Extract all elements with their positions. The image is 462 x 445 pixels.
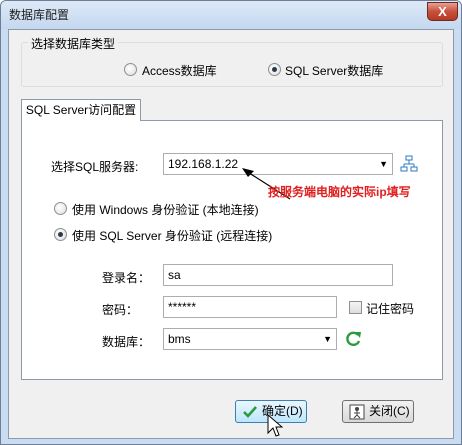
login-label: 登录名： [102, 271, 151, 285]
windows-auth-radio[interactable] [54, 202, 67, 215]
exit-icon [349, 404, 365, 420]
checkmark-icon [242, 404, 258, 420]
password-input[interactable]: ****** [163, 296, 337, 318]
db-type-group: 选择数据库类型 Access数据库 SQL Server数据库 [21, 35, 443, 87]
login-input[interactable]: sa [163, 264, 393, 286]
chevron-down-icon[interactable]: ▼ [323, 329, 332, 349]
network-browse-icon[interactable] [400, 155, 418, 173]
config-window: 数据库配置 X 选择数据库类型 Access数据库 SQL Server数据库 … [0, 0, 462, 445]
refresh-icon[interactable] [343, 329, 363, 349]
database-label: 数据库： [102, 335, 151, 349]
password-label: 密码： [102, 303, 139, 317]
db-type-group-title: 选择数据库类型 [28, 35, 119, 52]
windows-auth-label[interactable]: 使用 Windows 身份验证 (本地连接) [72, 201, 259, 218]
sql-auth-label[interactable]: 使用 SQL Server 身份验证 (远程连接) [72, 227, 272, 244]
remember-password-checkbox[interactable] [349, 301, 362, 314]
ip-annotation: 按服务端电脑的实际ip填写 [268, 185, 411, 199]
title-bar: 数据库配置 X [1, 1, 461, 29]
access-radio[interactable] [124, 63, 137, 76]
mouse-cursor-icon [267, 414, 283, 437]
server-label: 选择SQL服务器: [51, 160, 139, 174]
close-button-label: 关闭(C) [369, 404, 410, 418]
dialog-body: 选择数据库类型 Access数据库 SQL Server数据库 SQL Serv… [8, 29, 454, 439]
tab-sqlserver-config[interactable]: SQL Server访问配置 [21, 99, 141, 121]
password-value: ****** [168, 300, 197, 314]
database-value: bms [168, 332, 191, 346]
close-button[interactable]: 关闭(C) [342, 400, 414, 423]
remember-password-label[interactable]: 记住密码 [366, 300, 414, 317]
sql-auth-radio[interactable] [54, 228, 67, 241]
server-value: 192.168.1.22 [168, 157, 239, 171]
sqlserver-radio-label[interactable]: SQL Server数据库 [285, 62, 383, 79]
chevron-down-icon[interactable]: ▼ [379, 154, 388, 174]
sqlserver-config-panel: 选择SQL服务器: 192.168.1.22 ▼ 按服务端电脑的实际ip填写 使… [21, 120, 443, 380]
window-close-button[interactable]: X [427, 2, 458, 21]
database-combo[interactable]: bms ▼ [163, 328, 337, 350]
login-value: sa [168, 268, 181, 282]
access-radio-label[interactable]: Access数据库 [142, 62, 217, 79]
window-title: 数据库配置 [9, 8, 70, 22]
sqlserver-radio[interactable] [268, 63, 281, 76]
